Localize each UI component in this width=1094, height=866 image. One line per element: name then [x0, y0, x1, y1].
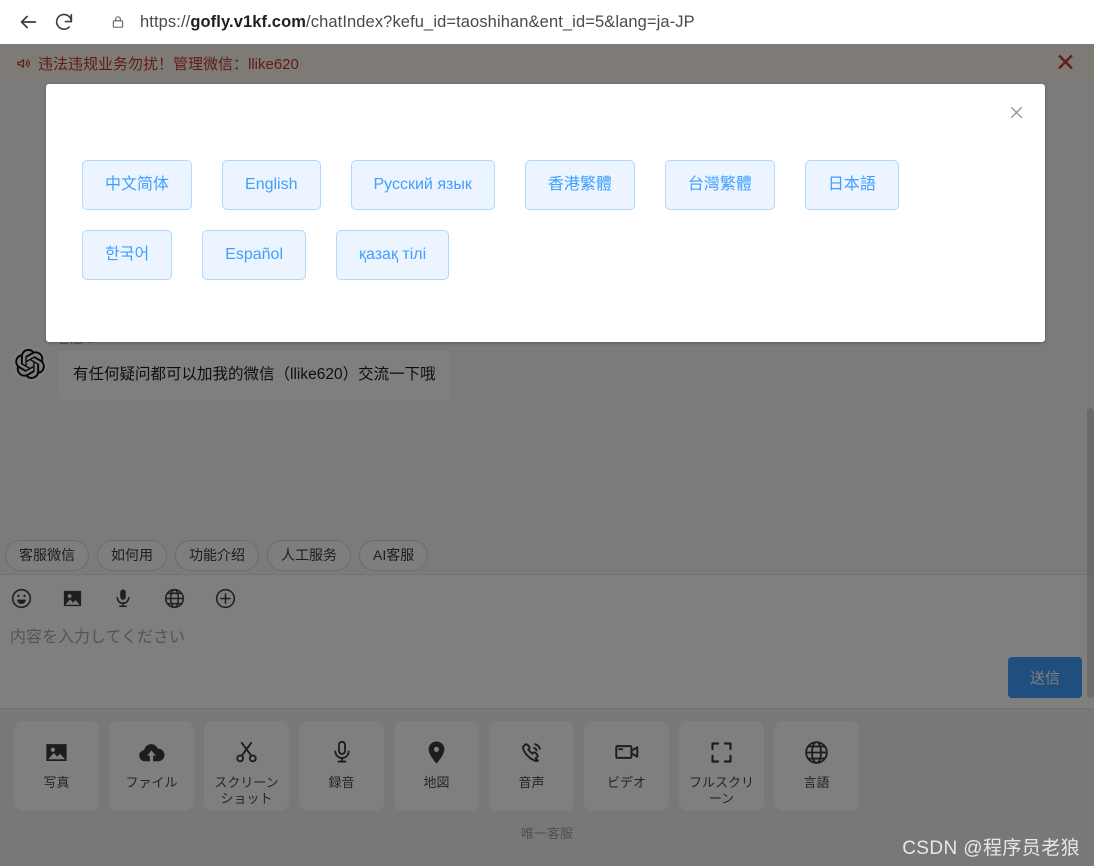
language-option-kk-kz[interactable]: қазақ тілі [336, 230, 450, 280]
back-button[interactable] [10, 4, 46, 40]
address-bar[interactable]: https://gofly.v1kf.com/chatIndex?kefu_id… [96, 6, 1084, 38]
language-option-ko-kr[interactable]: 한국어 [82, 230, 173, 280]
watermark: CSDN @程序员老狼 [902, 838, 1080, 859]
language-options-grid: 中文简体 English Русский язык 香港繁體 台灣繁體 日本語 … [46, 84, 986, 280]
url-scheme: https:// [140, 12, 191, 31]
url-text: https://gofly.v1kf.com/chatIndex?kefu_id… [140, 13, 695, 32]
reload-button[interactable] [46, 4, 82, 40]
site-lock-icon [110, 14, 126, 30]
language-option-zh-tw[interactable]: 台灣繁體 [664, 160, 775, 210]
browser-toolbar: https://gofly.v1kf.com/chatIndex?kefu_id… [0, 0, 1094, 44]
language-option-es-es[interactable]: Español [202, 230, 306, 280]
page-viewport: 违法违规业务勿扰！管理微信：llike620 ✕ 智能AI 有任何疑问都可以加我… [0, 44, 1094, 866]
language-option-ru-ru[interactable]: Русский язык [350, 160, 495, 210]
dialog-close-icon[interactable] [1005, 101, 1027, 123]
language-option-zh-cn[interactable]: 中文简体 [82, 160, 193, 210]
language-option-zh-hk[interactable]: 香港繁體 [524, 160, 635, 210]
language-option-en-us[interactable]: English [222, 160, 321, 210]
url-path: /chatIndex?kefu_id=taoshihan&ent_id=5&la… [306, 12, 695, 31]
language-dialog: 中文简体 English Русский язык 香港繁體 台灣繁體 日本語 … [46, 84, 1045, 342]
url-domain: gofly.v1kf.com [190, 12, 307, 31]
language-option-ja-jp[interactable]: 日本語 [804, 160, 899, 210]
